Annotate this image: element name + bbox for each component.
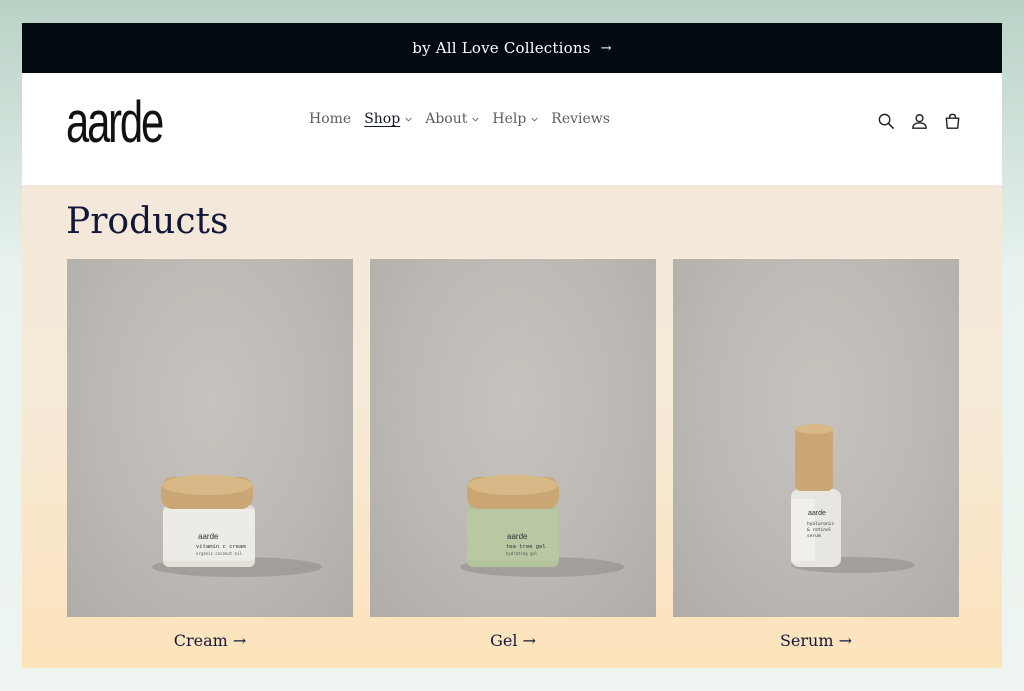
product-link-gel[interactable]: Gel → [370,631,656,650]
product-card-gel[interactable]: aarde tea tree gel hydrating gel Gel → [370,259,656,650]
nav-label: Shop [364,111,401,127]
nav-item-reviews[interactable]: Reviews [551,111,610,127]
jar-label-name: vitamin c cream [196,544,246,550]
nav-item-shop[interactable]: Shop [364,111,412,127]
product-image[interactable]: aarde vitamin c cream organic coconut oi… [67,259,353,617]
nav-item-help[interactable]: Help [492,111,538,127]
product-card-cream[interactable]: aarde vitamin c cream organic coconut oi… [67,259,353,650]
chevron-down-icon [405,117,412,122]
page-frame: by All Love Collections → aarde Home Sho… [22,23,1002,668]
product-link-serum[interactable]: Serum → [673,631,959,650]
product-card-serum[interactable]: aarde hyaluronic & retinol serum Serum → [673,259,959,650]
nav-item-home[interactable]: Home [309,111,351,127]
product-image[interactable]: aarde hyaluronic & retinol serum [673,259,959,617]
jar-label-detail: organic coconut oil [196,551,242,556]
page-title: Products [66,201,229,242]
nav-label: Help [492,111,527,127]
product-link-cream[interactable]: Cream → [67,631,353,650]
chevron-down-icon [531,117,538,122]
nav-label: Reviews [551,111,610,127]
cart-icon[interactable] [943,112,962,131]
product-image[interactable]: aarde tea tree gel hydrating gel [370,259,656,617]
products-section: Products aarde vitamin c cream organic c… [22,185,1002,668]
jar-label-brand: aarde [198,532,219,541]
jar-label-detail: hydrating gel [506,551,538,556]
bottle-label-brand: aarde [808,510,826,517]
search-icon[interactable] [877,112,896,131]
arrow-right-icon: → [600,40,612,56]
announcement-bar[interactable]: by All Love Collections → [22,23,1002,73]
nav-item-about[interactable]: About [425,111,479,127]
bottle-label-line: & retinol [807,527,832,533]
main-nav: Home Shop About Help Reviews [309,111,623,127]
nav-label: Home [309,111,352,127]
bottle-label-line: serum [807,534,821,539]
header-icons [877,112,962,131]
bottle-cap [795,427,833,491]
account-icon[interactable] [910,112,929,131]
nav-label: About [425,111,468,127]
product-grid: aarde vitamin c cream organic coconut oi… [67,259,959,650]
site-header: aarde Home Shop About Help Reviews [22,73,1002,185]
site-logo[interactable]: aarde [66,93,164,153]
announcement-text[interactable]: by All Love Collections [412,39,590,57]
jar-label-brand: aarde [507,532,528,541]
jar-label-name: tea tree gel [506,544,546,550]
chevron-down-icon [472,117,479,122]
bottle-label-line: hyaluronic [807,521,834,527]
